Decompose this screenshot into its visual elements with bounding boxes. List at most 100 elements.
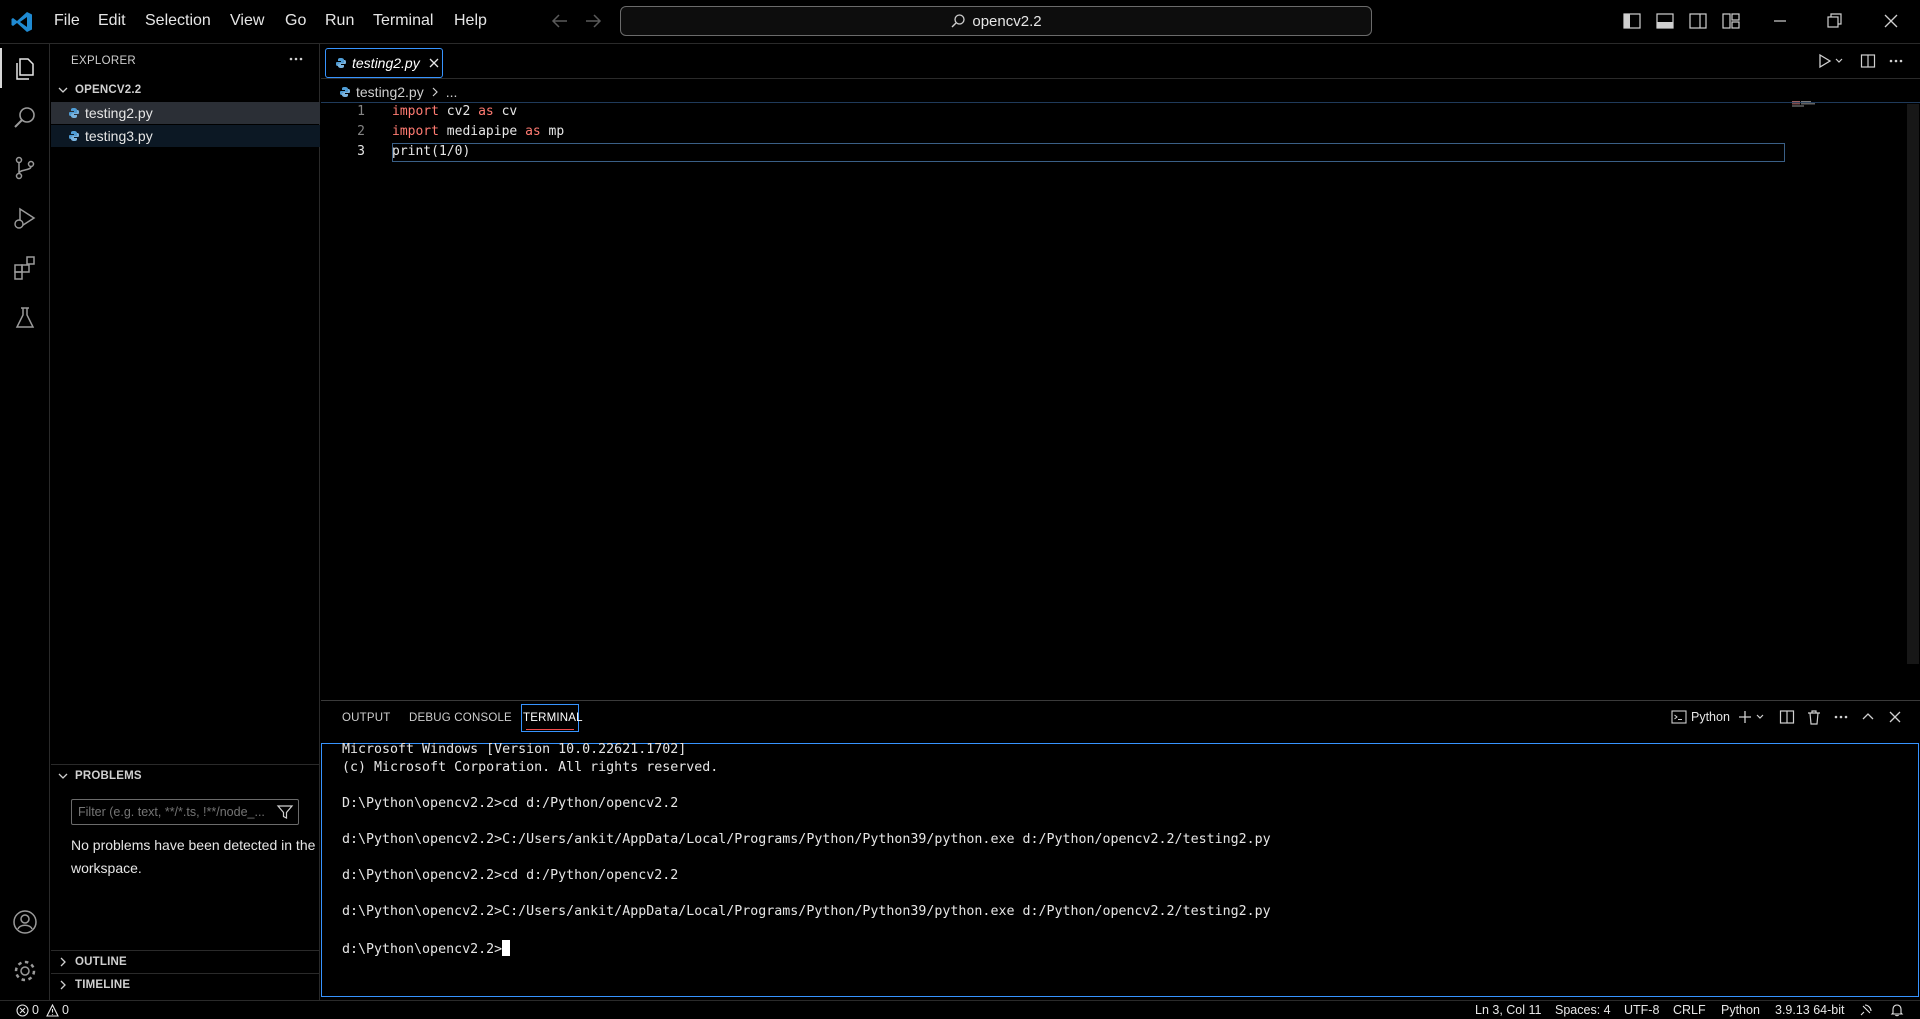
language-mode[interactable]: Python bbox=[1721, 1003, 1760, 1017]
terminal-cursor bbox=[502, 940, 511, 956]
forward-arrow-icon[interactable] bbox=[584, 11, 602, 31]
python-file-icon bbox=[336, 58, 346, 68]
indentation[interactable]: Spaces: 4 bbox=[1555, 1003, 1611, 1017]
encoding[interactable]: UTF-8 bbox=[1624, 1003, 1659, 1017]
cursor-position[interactable]: Ln 3, Col 11 bbox=[1475, 1003, 1541, 1017]
chevron-down-icon bbox=[55, 82, 71, 98]
outline-header[interactable]: OUTLINE bbox=[51, 951, 320, 973]
toggle-primary-sidebar-icon[interactable] bbox=[1622, 11, 1642, 31]
editor-more-actions-icon[interactable] bbox=[1888, 53, 1904, 69]
toggle-panel-icon[interactable] bbox=[1655, 11, 1675, 31]
file-item-testing3[interactable]: testing3.py bbox=[51, 125, 320, 147]
new-terminal-icon[interactable] bbox=[1738, 709, 1768, 725]
accounts-icon[interactable] bbox=[11, 908, 39, 936]
menu-file[interactable]: File bbox=[54, 12, 80, 30]
problems-message: No problems have been detected in the wo… bbox=[71, 837, 316, 876]
line-ending[interactable]: CRLF bbox=[1673, 1003, 1706, 1017]
source-control-icon[interactable] bbox=[11, 154, 39, 182]
split-editor-icon[interactable] bbox=[1860, 53, 1876, 69]
timeline-title: TIMELINE bbox=[75, 979, 131, 991]
problems-header[interactable]: PROBLEMS bbox=[51, 765, 320, 787]
problems-title: PROBLEMS bbox=[75, 770, 142, 782]
close-panel-icon[interactable] bbox=[1887, 709, 1903, 725]
code-line[interactable]: 2 import mediapipe as mp bbox=[321, 122, 1781, 142]
editor-tab-testing2[interactable]: testing2.py bbox=[325, 48, 443, 78]
explorer-icon[interactable] bbox=[11, 54, 39, 82]
editor-scrollbar[interactable] bbox=[1907, 104, 1919, 664]
menu-go[interactable]: Go bbox=[285, 12, 306, 30]
run-debug-icon[interactable] bbox=[11, 204, 39, 232]
breadcrumb-more[interactable]: ... bbox=[446, 84, 458, 100]
command-center-search[interactable]: opencv2.2 bbox=[620, 6, 1372, 36]
maximize-panel-chevron-up-icon[interactable] bbox=[1860, 709, 1876, 725]
python-file-icon bbox=[340, 87, 350, 97]
terminal-shell-selector[interactable]: Python bbox=[1671, 710, 1730, 724]
search-view-icon[interactable] bbox=[11, 104, 39, 132]
keyword-token: import bbox=[392, 124, 439, 139]
customize-layout-icon[interactable] bbox=[1721, 11, 1741, 31]
code-text: import mediapipe as mp bbox=[392, 122, 564, 142]
breadcrumb-file[interactable]: testing2.py bbox=[356, 84, 424, 100]
breadcrumb[interactable]: testing2.py ... bbox=[340, 82, 457, 102]
run-python-file-icon[interactable] bbox=[1818, 53, 1846, 69]
folder-header[interactable]: OPENCV2.2 bbox=[51, 79, 320, 101]
file-item-testing2[interactable]: testing2.py bbox=[51, 102, 320, 124]
python-file-icon bbox=[69, 108, 79, 118]
code-editor[interactable] bbox=[321, 102, 1920, 700]
search-text: opencv2.2 bbox=[972, 12, 1042, 30]
extensions-icon[interactable] bbox=[11, 254, 39, 282]
terminal-line: d:\Python\opencv2.2>C:/Users/ankit/AppDa… bbox=[342, 904, 1271, 919]
menu-help[interactable]: Help bbox=[454, 12, 487, 30]
feedback-icon[interactable] bbox=[1859, 1003, 1873, 1017]
menu-run[interactable]: Run bbox=[325, 12, 354, 30]
terminal-icon bbox=[1671, 710, 1687, 724]
close-tab-icon[interactable] bbox=[428, 57, 440, 69]
back-arrow-icon[interactable] bbox=[551, 11, 569, 31]
more-actions-icon[interactable] bbox=[288, 51, 304, 67]
panel-tab-debug-console[interactable]: DEBUG CONSOLE bbox=[409, 712, 512, 724]
minimap[interactable] bbox=[1792, 101, 1818, 107]
error-icon bbox=[16, 1003, 29, 1017]
activity-bar bbox=[0, 44, 50, 1000]
code-token: mediapipe bbox=[438, 124, 526, 139]
menu-view[interactable]: View bbox=[230, 12, 264, 30]
panel-tab-output[interactable]: OUTPUT bbox=[342, 712, 390, 724]
panel-more-actions-icon[interactable] bbox=[1833, 709, 1849, 725]
restore-icon[interactable] bbox=[1824, 11, 1844, 31]
code-line[interactable]: 1 import cv2 as cv bbox=[321, 102, 1781, 122]
shell-label: Python bbox=[1691, 710, 1730, 724]
search-icon bbox=[950, 13, 966, 29]
manage-gear-icon[interactable] bbox=[11, 957, 39, 985]
python-interpreter[interactable]: 3.9.13 64-bit bbox=[1775, 1003, 1845, 1017]
chevron-right-icon bbox=[55, 954, 71, 970]
testing-flask-icon[interactable] bbox=[11, 304, 39, 332]
explorer-title: EXPLORER bbox=[71, 55, 137, 67]
terminal-line: d:\Python\opencv2.2>C:/Users/ankit/AppDa… bbox=[342, 832, 1271, 847]
code-line[interactable]: 3 print(1/0) bbox=[321, 142, 1781, 162]
menu-terminal[interactable]: Terminal bbox=[373, 12, 433, 30]
editor-tab-strip bbox=[321, 44, 1920, 79]
filter-icon[interactable] bbox=[276, 803, 294, 821]
keyword-token: import bbox=[392, 104, 439, 119]
close-window-icon[interactable] bbox=[1881, 11, 1901, 31]
menu-edit[interactable]: Edit bbox=[98, 12, 126, 30]
timeline-header[interactable]: TIMELINE bbox=[51, 974, 320, 996]
toggle-secondary-sidebar-icon[interactable] bbox=[1688, 11, 1708, 31]
minimize-icon[interactable] bbox=[1770, 11, 1790, 31]
activity-active-indicator bbox=[0, 48, 2, 88]
kill-terminal-trash-icon[interactable] bbox=[1806, 709, 1822, 725]
line-number: 2 bbox=[357, 124, 365, 139]
split-terminal-icon[interactable] bbox=[1779, 709, 1795, 725]
python-file-icon bbox=[69, 131, 79, 141]
notifications-bell-icon[interactable] bbox=[1890, 1003, 1904, 1017]
vscode-logo-icon[interactable] bbox=[10, 10, 34, 34]
chevron-right-icon bbox=[55, 977, 71, 993]
problems-filter-input[interactable] bbox=[71, 799, 299, 825]
panel-tab-terminal[interactable]: TERMINAL bbox=[523, 712, 583, 724]
menu-selection[interactable]: Selection bbox=[145, 12, 211, 30]
error-count: 0 bbox=[32, 1003, 39, 1017]
code-token: cv2 bbox=[438, 104, 479, 119]
folder-name: OPENCV2.2 bbox=[75, 84, 142, 96]
line-number: 1 bbox=[357, 104, 365, 119]
problems-status[interactable]: 0 0 bbox=[16, 1003, 69, 1017]
